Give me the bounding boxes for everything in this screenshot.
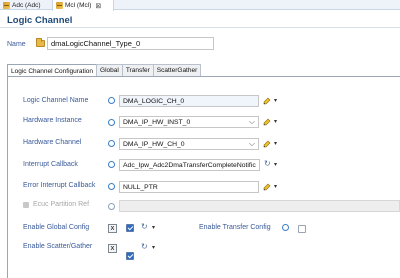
hardware-instance-value: DMA_IP_HW_INST_0 (123, 119, 191, 126)
module-icon (3, 1, 10, 9)
enable-transfer-config-checkbox[interactable] (298, 225, 306, 233)
name-field[interactable] (47, 37, 214, 50)
tab-transfer[interactable]: Transfer (121, 64, 154, 76)
edit-pencil-icon[interactable] (263, 118, 271, 126)
divider (0, 27, 400, 28)
module-icon (56, 2, 63, 9)
enable-scatter-gather-label: Enable Scatter/Gather (23, 243, 93, 250)
gear-icon (108, 97, 116, 105)
editor-tab-adc[interactable]: Adc (Adc) (0, 0, 52, 10)
form-tab-bar: Logic Channel Configuration Global Trans… (7, 64, 202, 77)
gear-icon (108, 140, 116, 148)
enable-global-config-checkbox[interactable] (126, 224, 134, 232)
logic-channel-name-field[interactable]: DMA_LOGIC_CH_0 (119, 95, 259, 107)
editor-tab-label: Mcl (Mcl) (65, 2, 92, 9)
chevron-down-icon: ⌵ (248, 117, 255, 126)
hardware-channel-value: DMA_IP_HW_CH_0 (123, 141, 185, 148)
edit-pencil-icon[interactable] (263, 183, 271, 191)
chevron-down-icon[interactable]: ▾ (152, 224, 155, 231)
enable-transfer-config-label: Enable Transfer Config (199, 224, 271, 231)
tab-global[interactable]: Global (96, 64, 123, 76)
ecuc-partition-ref-label: Ecuc Partition Ref (33, 201, 90, 208)
close-icon[interactable]: ⊠ (95, 2, 101, 10)
gear-icon (108, 203, 116, 211)
hardware-channel-label: Hardware Channel (23, 139, 82, 146)
x-badge-icon: X (108, 224, 117, 233)
reference-icon (23, 202, 29, 208)
hardware-channel-select[interactable]: DMA_IP_HW_CH_0 ⌵ (119, 138, 259, 150)
chevron-down-icon[interactable]: ▾ (274, 118, 277, 125)
gear-icon (282, 224, 291, 233)
chevron-down-icon[interactable]: ▾ (274, 161, 277, 168)
refresh-icon[interactable]: ↻ (141, 242, 148, 251)
edit-pencil-icon[interactable] (263, 140, 271, 148)
page-title: Logic Channel (7, 15, 73, 26)
enable-scatter-gather-checkbox[interactable] (126, 252, 134, 260)
chevron-down-icon[interactable]: ▾ (274, 140, 277, 147)
chevron-down-icon[interactable]: ▾ (274, 183, 277, 190)
error-interrupt-callback-field[interactable]: NULL_PTR (119, 181, 259, 193)
interrupt-callback-label: Interrupt Callback (23, 161, 78, 168)
interrupt-callback-field[interactable]: Adc_Ipw_Adc2DmaTransferCompleteNotific (119, 159, 260, 171)
chevron-down-icon: ⌵ (248, 139, 255, 148)
edit-pencil-icon[interactable] (263, 97, 271, 105)
hardware-instance-select[interactable]: DMA_IP_HW_INST_0 ⌵ (119, 116, 259, 128)
refresh-icon[interactable]: ↻ (141, 222, 148, 231)
x-badge-icon: X (108, 244, 117, 253)
enable-global-config-label: Enable Global Config (23, 224, 90, 231)
folder-icon (36, 38, 45, 47)
name-label: Name (7, 41, 26, 48)
hardware-instance-label: Hardware Instance (23, 117, 82, 124)
refresh-icon[interactable]: ↻ (264, 159, 271, 168)
editor-tab-label: Adc (Adc) (12, 1, 41, 9)
logic-channel-name-label: Logic Channel Name (23, 97, 89, 104)
tab-scatter-gather[interactable]: ScatterGather (152, 64, 202, 76)
error-interrupt-callback-label: Error Interrupt Callback (23, 182, 96, 189)
gear-icon (108, 161, 116, 169)
gear-icon (108, 183, 116, 191)
editor-tab-mcl[interactable]: Mcl (Mcl) ⊠ (52, 0, 114, 11)
chevron-down-icon[interactable]: ▾ (152, 244, 155, 251)
chevron-down-icon[interactable]: ▾ (274, 97, 277, 104)
ecuc-partition-ref-field (119, 200, 400, 212)
gear-icon (108, 119, 116, 127)
